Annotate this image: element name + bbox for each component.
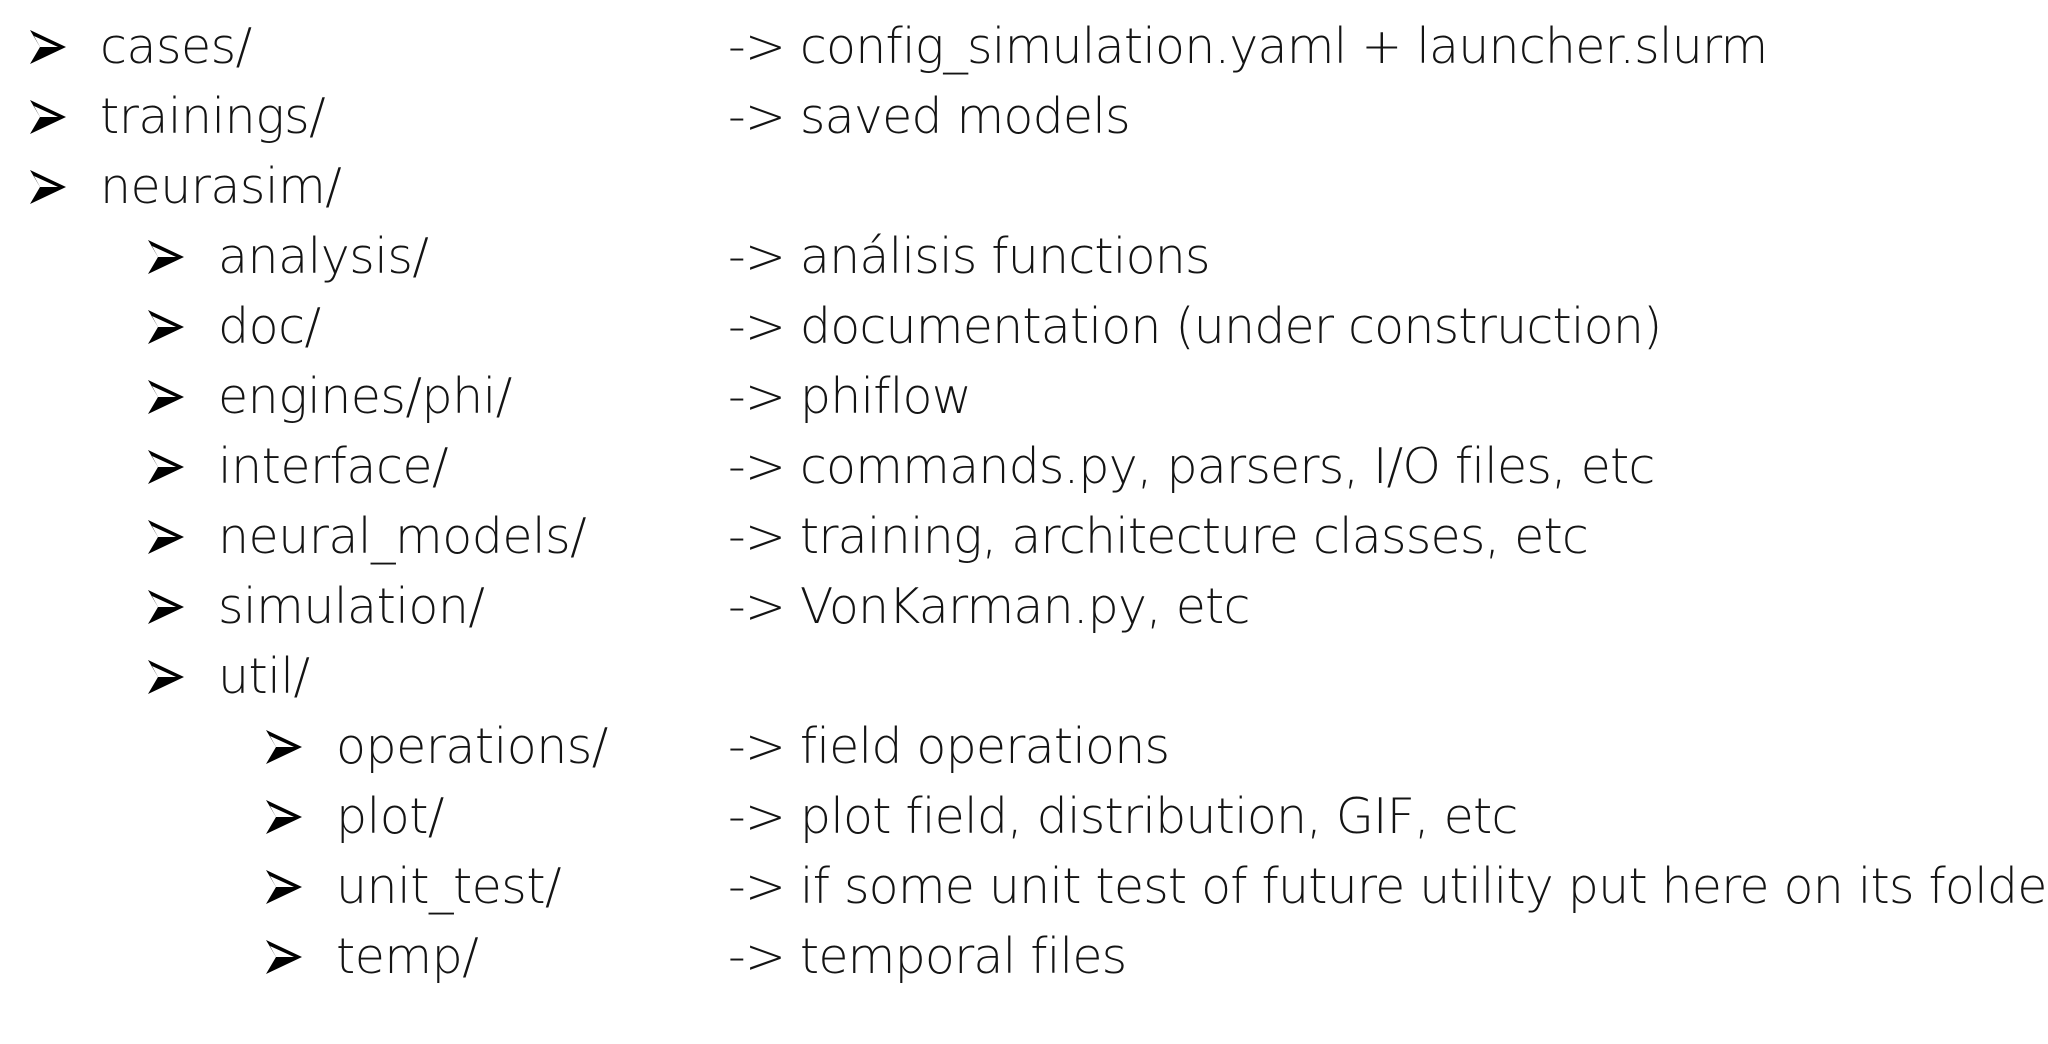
tree-item-neural-models: neural_models/ -> training, architecture… — [0, 504, 2048, 574]
tree-item-label: trainings/ — [100, 88, 326, 145]
tree-item-unit-test: unit_test/ -> if some unit test of futur… — [0, 854, 2048, 924]
arrowhead-bullet-icon — [146, 518, 186, 558]
tree-item-label: doc/ — [218, 298, 321, 355]
tree-item-trainings: trainings/ -> saved models — [0, 84, 2048, 154]
arrowhead-bullet-icon — [28, 98, 68, 138]
tree-item-label: plot/ — [336, 788, 444, 845]
tree-item-label: neural_models/ — [218, 508, 587, 565]
arrowhead-bullet-icon — [264, 938, 304, 978]
tree-item-label: temp/ — [336, 928, 479, 985]
tree-item-interface: interface/ -> commands.py, parsers, I/O … — [0, 434, 2048, 504]
arrowhead-bullet-icon — [264, 868, 304, 908]
tree-item-description: -> training, architecture classes, etc — [728, 508, 1589, 565]
tree-item-operations: operations/ -> field operations — [0, 714, 2048, 784]
tree-item-neurasim: neurasim/ — [0, 154, 2048, 224]
arrowhead-bullet-icon — [28, 28, 68, 68]
arrowhead-bullet-icon — [146, 448, 186, 488]
arrowhead-bullet-icon — [146, 238, 186, 278]
tree-item-util: util/ — [0, 644, 2048, 714]
tree-item-description: -> temporal files — [728, 928, 1127, 985]
tree-item-description: -> documentation (under construction) — [728, 298, 1662, 355]
tree-item-engines-phi: engines/phi/ -> phiflow — [0, 364, 2048, 434]
tree-item-label: unit_test/ — [336, 858, 562, 915]
directory-tree: cases/ -> config_simulation.yaml + launc… — [0, 0, 2048, 1044]
tree-item-description: -> análisis functions — [728, 228, 1211, 285]
arrowhead-bullet-icon — [264, 798, 304, 838]
tree-item-description: -> commands.py, parsers, I/O files, etc — [728, 438, 1655, 495]
arrowhead-bullet-icon — [146, 658, 186, 698]
tree-item-description: -> if some unit test of future utility p… — [728, 858, 2048, 915]
tree-item-cases: cases/ -> config_simulation.yaml + launc… — [0, 14, 2048, 84]
arrowhead-bullet-icon — [146, 588, 186, 628]
arrowhead-bullet-icon — [264, 728, 304, 768]
tree-item-label: neurasim/ — [100, 158, 342, 215]
tree-item-description: -> plot field, distribution, GIF, etc — [728, 788, 1518, 845]
tree-item-temp: temp/ -> temporal files — [0, 924, 2048, 994]
arrowhead-bullet-icon — [146, 378, 186, 418]
tree-item-description: -> phiflow — [728, 368, 972, 425]
tree-item-description: -> field operations — [728, 718, 1170, 775]
tree-item-doc: doc/ -> documentation (under constructio… — [0, 294, 2048, 364]
tree-item-label: simulation/ — [218, 578, 485, 635]
tree-item-label: interface/ — [218, 438, 449, 495]
tree-item-analysis: analysis/ -> análisis functions — [0, 224, 2048, 294]
tree-item-simulation: simulation/ -> VonKarman.py, etc — [0, 574, 2048, 644]
tree-item-label: cases/ — [100, 18, 252, 75]
tree-item-description: -> VonKarman.py, etc — [728, 578, 1250, 635]
arrowhead-bullet-icon — [28, 168, 68, 208]
tree-item-label: engines/phi/ — [218, 368, 512, 425]
tree-item-description: -> config_simulation.yaml + launcher.slu… — [728, 18, 1768, 75]
tree-item-label: analysis/ — [218, 228, 429, 285]
tree-item-label: util/ — [218, 648, 310, 705]
tree-item-plot: plot/ -> plot field, distribution, GIF, … — [0, 784, 2048, 854]
tree-item-label: operations/ — [336, 718, 608, 775]
tree-item-description: -> saved models — [728, 88, 1131, 145]
arrowhead-bullet-icon — [146, 308, 186, 348]
